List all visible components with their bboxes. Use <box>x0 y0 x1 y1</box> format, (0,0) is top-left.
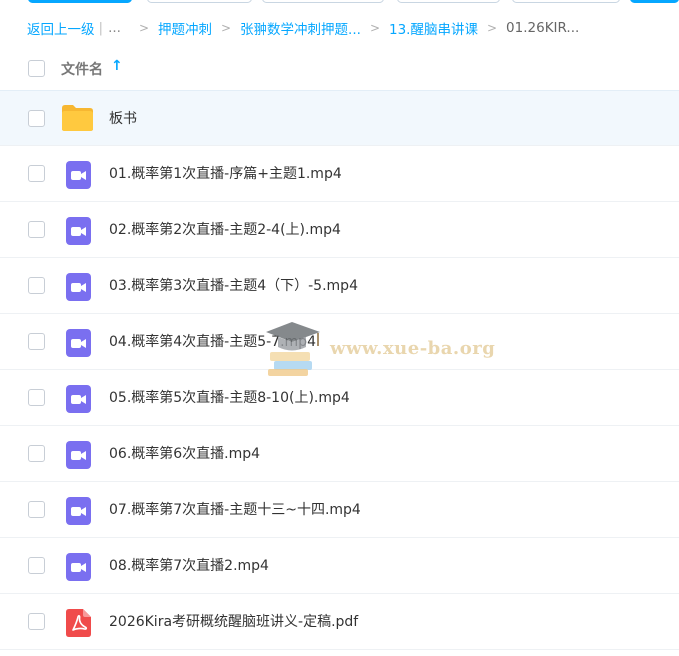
list-item[interactable]: 05.概率第5次直播-主题8-10(上).mp4 <box>0 370 679 426</box>
row-checkbox[interactable] <box>28 221 45 238</box>
pdf-file-icon <box>66 609 91 637</box>
video-file-icon <box>66 553 91 581</box>
file-name[interactable]: 05.概率第5次直播-主题8-10(上).mp4 <box>109 387 350 407</box>
breadcrumb-divider: | <box>98 20 104 36</box>
list-item[interactable]: 板书 <box>0 90 679 146</box>
top-toolbar-partial <box>0 0 679 4</box>
chevron-right-icon: > <box>369 21 380 35</box>
row-checkbox[interactable] <box>28 557 45 574</box>
graduation-cap-books-icon <box>266 322 320 376</box>
list-item[interactable]: 2026Kira考研概统醒脑班讲义-定稿.pdf <box>0 594 679 650</box>
list-item[interactable]: 01.概率第1次直播-序篇+主题1.mp4 <box>0 146 679 202</box>
toolbar-button-partial[interactable] <box>262 0 384 3</box>
chevron-right-icon: > <box>486 21 498 35</box>
row-checkbox[interactable] <box>28 501 45 518</box>
toolbar-button-partial[interactable] <box>630 0 679 3</box>
file-name[interactable]: 03.概率第3次直播-主题4（下）-5.mp4 <box>109 275 358 295</box>
breadcrumb-more[interactable]: ... <box>108 20 121 36</box>
breadcrumb-item[interactable]: 张翀数学冲刺押题... <box>240 18 361 38</box>
video-file-icon <box>66 273 91 301</box>
list-item[interactable]: 08.概率第7次直播2.mp4 <box>0 538 679 594</box>
video-file-icon <box>66 497 91 525</box>
row-checkbox[interactable] <box>28 333 45 350</box>
file-name[interactable]: 07.概率第7次直播-主题十三~十四.mp4 <box>109 499 361 519</box>
file-name[interactable]: 板书 <box>109 108 137 128</box>
list-item[interactable]: 03.概率第3次直播-主题4（下）-5.mp4 <box>0 258 679 314</box>
toolbar-button-partial[interactable] <box>28 0 132 3</box>
breadcrumb-back-link[interactable]: 返回上一级 <box>27 18 95 38</box>
row-checkbox[interactable] <box>28 445 45 462</box>
breadcrumb-item[interactable]: 押题冲刺 <box>158 18 212 38</box>
row-checkbox[interactable] <box>28 110 45 127</box>
breadcrumb: 返回上一级 | ... > 押题冲刺 > 张翀数学冲刺押题... > 13.醒脑… <box>27 17 579 39</box>
list-item[interactable]: 07.概率第7次直播-主题十三~十四.mp4 <box>0 482 679 538</box>
video-file-icon <box>66 161 91 189</box>
row-checkbox[interactable] <box>28 277 45 294</box>
breadcrumb-current: 01.26KIR... <box>506 20 580 36</box>
chevron-right-icon: > <box>221 21 232 35</box>
sort-ascending-icon[interactable]: ↑ <box>111 58 123 74</box>
row-checkbox[interactable] <box>28 165 45 182</box>
list-item[interactable]: 02.概率第2次直播-主题2-4(上).mp4 <box>0 202 679 258</box>
row-checkbox[interactable] <box>28 389 45 406</box>
file-name[interactable]: 02.概率第2次直播-主题2-4(上).mp4 <box>109 219 341 239</box>
row-checkbox[interactable] <box>28 613 45 630</box>
file-name[interactable]: 06.概率第6次直播.mp4 <box>109 443 260 463</box>
toolbar-button-partial[interactable] <box>512 0 620 3</box>
file-name[interactable]: 08.概率第7次直播2.mp4 <box>109 555 269 575</box>
column-header-filename[interactable]: 文件名 <box>61 59 103 79</box>
folder-icon <box>62 105 93 131</box>
file-list-header: 文件名 ↑ <box>0 55 679 83</box>
video-file-icon <box>66 217 91 245</box>
file-name[interactable]: 2026Kira考研概统醒脑班讲义-定稿.pdf <box>109 611 358 631</box>
file-name[interactable]: 01.概率第1次直播-序篇+主题1.mp4 <box>109 163 342 183</box>
watermark-text: www.xue-ba.org <box>330 338 496 359</box>
list-item[interactable]: 06.概率第6次直播.mp4 <box>0 426 679 482</box>
toolbar-button-partial[interactable] <box>147 0 252 3</box>
video-file-icon <box>66 385 91 413</box>
select-all-checkbox[interactable] <box>28 60 45 77</box>
video-file-icon <box>66 441 91 469</box>
watermark: www.xue-ba.org <box>262 318 495 378</box>
chevron-right-icon: > <box>138 21 149 35</box>
toolbar-button-partial[interactable] <box>397 0 500 3</box>
video-file-icon <box>66 329 91 357</box>
breadcrumb-item[interactable]: 13.醒脑串讲课 <box>389 18 478 38</box>
